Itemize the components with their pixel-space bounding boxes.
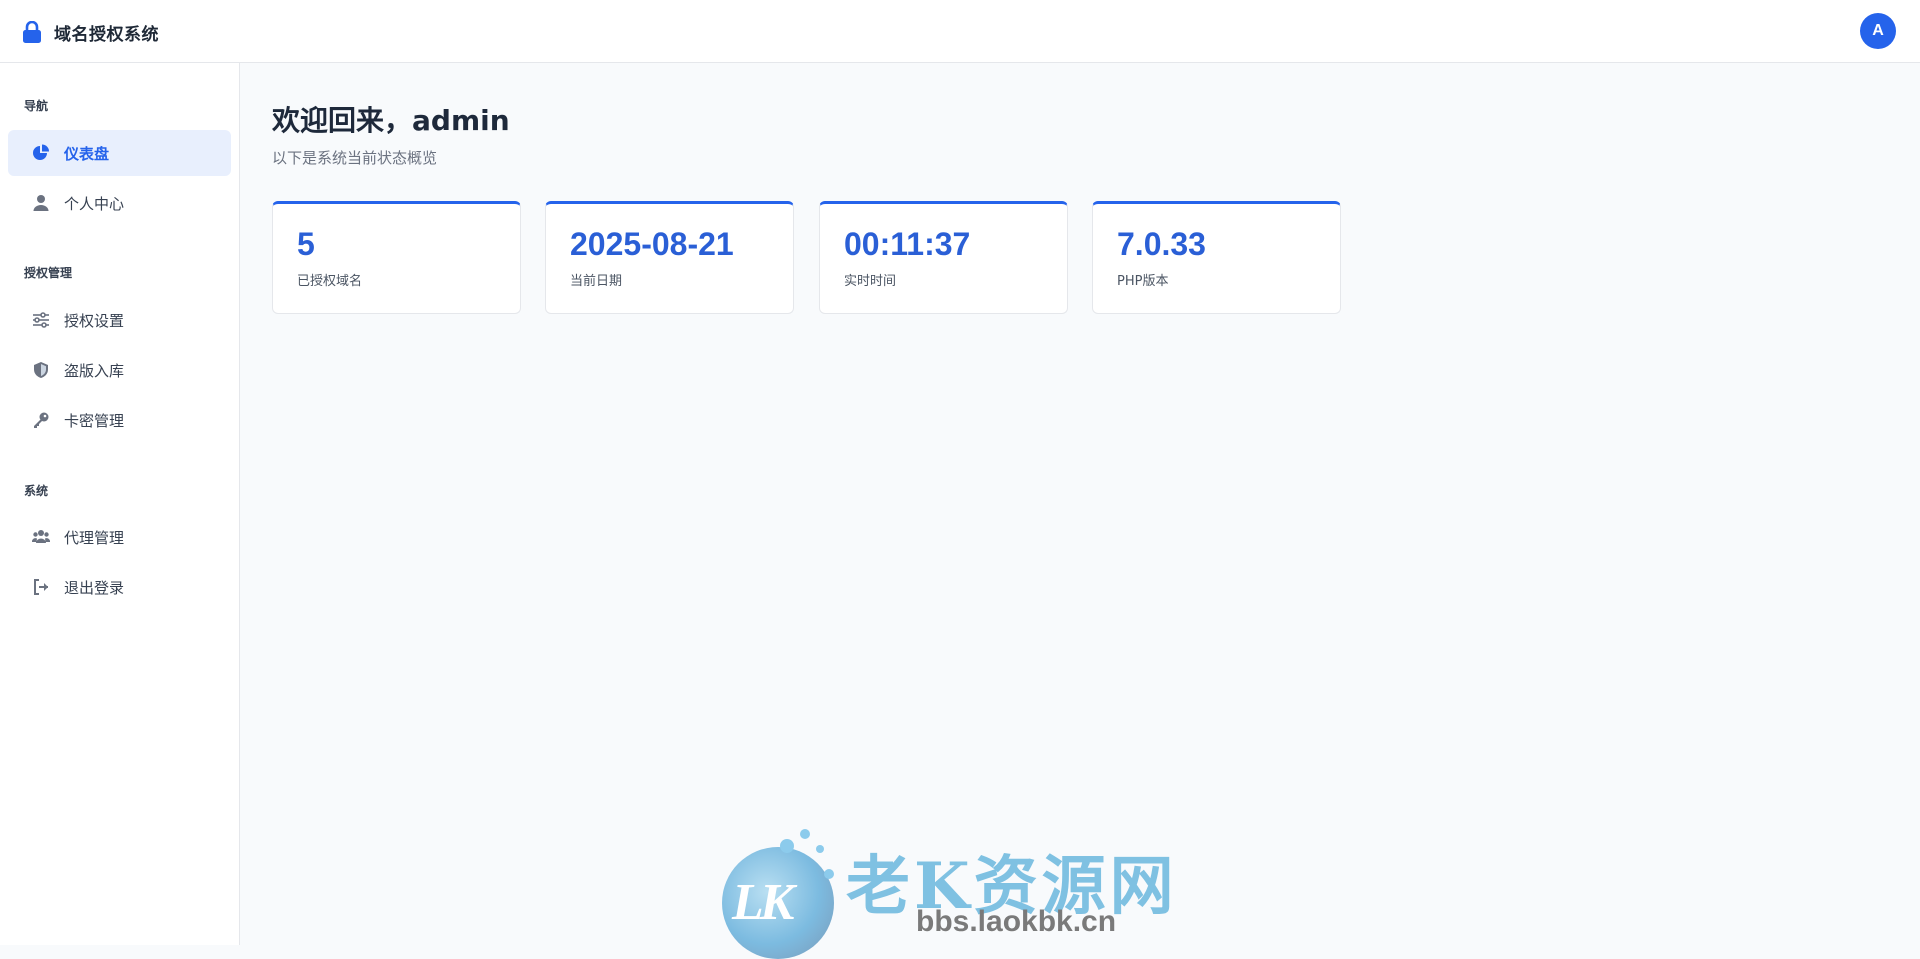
sidebar-item-label: 授权设置 bbox=[64, 311, 125, 330]
shield-icon bbox=[32, 361, 50, 379]
watermark-logo-text: LK bbox=[732, 874, 794, 931]
stat-label: 当前日期 bbox=[570, 274, 623, 289]
user-avatar[interactable]: A bbox=[1860, 13, 1896, 49]
sidebar-item-card-keys[interactable]: 卡密管理 bbox=[8, 397, 231, 443]
sidebar-item-label: 盗版入库 bbox=[64, 361, 125, 380]
stat-card-authorized-domains: 5 已授权域名 bbox=[272, 201, 521, 314]
stat-label: PHP版本 bbox=[1117, 274, 1169, 289]
main-content: 欢迎回来，admin 以下是系统当前状态概览 5 已授权域名 2025-08-2… bbox=[241, 63, 1920, 945]
lock-icon bbox=[22, 21, 42, 43]
stat-value: 5 bbox=[297, 226, 315, 262]
stat-card-realtime-clock: 00:11:37 实时时间 bbox=[819, 201, 1068, 314]
stat-label: 已授权域名 bbox=[297, 274, 363, 289]
top-header: 域名授权系统 A bbox=[0, 0, 1920, 63]
sidebar-item-label: 退出登录 bbox=[64, 578, 125, 597]
page-subtitle: 以下是系统当前状态概览 bbox=[272, 149, 438, 167]
sidebar-item-label: 代理管理 bbox=[64, 528, 125, 547]
app-title: 域名授权系统 bbox=[54, 24, 159, 45]
sidebar-item-label: 卡密管理 bbox=[64, 411, 125, 430]
sliders-icon bbox=[32, 311, 50, 329]
key-icon bbox=[32, 411, 50, 429]
watermark-splash-dot bbox=[800, 829, 810, 839]
sidebar-item-label: 仪表盘 bbox=[64, 144, 110, 163]
users-icon bbox=[32, 528, 50, 546]
stat-label: 实时时间 bbox=[844, 274, 897, 289]
stat-value: 7.0.33 bbox=[1117, 226, 1206, 262]
sidebar-item-agents[interactable]: 代理管理 bbox=[8, 514, 231, 560]
sidebar-section-system: 系统 bbox=[24, 484, 49, 498]
sidebar-item-license-settings[interactable]: 授权设置 bbox=[8, 297, 231, 343]
sidebar-item-profile[interactable]: 个人中心 bbox=[8, 180, 231, 226]
stat-card-php-version: 7.0.33 PHP版本 bbox=[1092, 201, 1341, 314]
sidebar-section-license: 授权管理 bbox=[24, 266, 73, 280]
sidebar: 导航 仪表盘 个人中心 授权管理 授权设置 盗版入库 卡密管理 系统 代理管理 … bbox=[0, 63, 240, 945]
stat-value: 00:11:37 bbox=[844, 226, 971, 262]
sidebar-section-navigation: 导航 bbox=[24, 99, 49, 113]
watermark-splash-dot bbox=[824, 869, 834, 879]
watermark-url: bbs.laokbk.cn bbox=[916, 905, 1117, 938]
site-watermark: LK 老K资源网 bbs.laokbk.cn bbox=[720, 825, 1200, 959]
sidebar-item-dashboard[interactable]: 仪表盘 bbox=[8, 130, 231, 176]
sidebar-item-label: 个人中心 bbox=[64, 194, 125, 213]
stat-value: 2025-08-21 bbox=[570, 226, 734, 262]
sidebar-item-logout[interactable]: 退出登录 bbox=[8, 564, 231, 610]
pie-chart-icon bbox=[32, 144, 50, 162]
stat-card-current-date: 2025-08-21 当前日期 bbox=[545, 201, 794, 314]
watermark-splash-dot bbox=[780, 839, 794, 853]
sidebar-item-piracy[interactable]: 盗版入库 bbox=[8, 347, 231, 393]
watermark-splash-dot bbox=[816, 845, 824, 853]
user-icon bbox=[32, 194, 50, 212]
page-title: 欢迎回来，admin bbox=[272, 104, 510, 137]
brand[interactable]: 域名授权系统 bbox=[22, 18, 159, 46]
logout-icon bbox=[32, 578, 50, 596]
